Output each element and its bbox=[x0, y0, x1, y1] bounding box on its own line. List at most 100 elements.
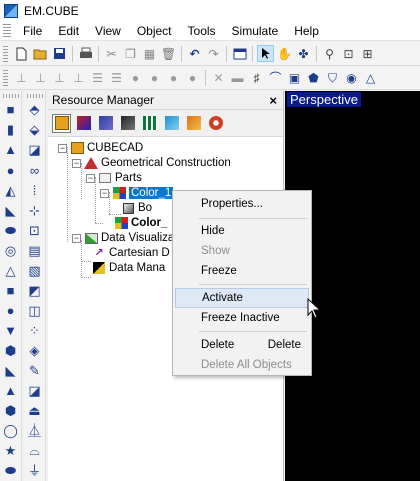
tree-node-color-1[interactable]: − Color_1 bbox=[100, 186, 174, 200]
subtract-icon[interactable]: ◫ bbox=[26, 301, 43, 319]
lattice-icon[interactable]: ♯ bbox=[248, 69, 265, 86]
window-icon[interactable] bbox=[231, 45, 248, 62]
sheet-tab-icon[interactable] bbox=[118, 114, 137, 133]
tree-node-parts[interactable]: − Parts bbox=[86, 171, 142, 185]
grid-icon[interactable]: ☰ bbox=[89, 69, 106, 86]
tree-node-data-visualization[interactable]: − Data Visualizat bbox=[72, 231, 178, 245]
menu-file[interactable]: File bbox=[15, 21, 50, 41]
toolbar-grip[interactable] bbox=[26, 94, 43, 98]
arc-icon[interactable]: ⌒ bbox=[267, 69, 284, 86]
move-icon[interactable]: ⬙ bbox=[26, 121, 43, 139]
tree-node-geometrical-construction[interactable]: − Geometrical Construction bbox=[72, 156, 231, 170]
collapse-icon[interactable]: − bbox=[72, 158, 81, 168]
redo-icon[interactable]: ↷ bbox=[205, 45, 222, 62]
save-icon[interactable] bbox=[51, 45, 68, 62]
rectangle-icon[interactable]: ■ bbox=[2, 281, 19, 299]
strip-icon[interactable]: ▼ bbox=[2, 321, 19, 339]
loft-icon[interactable]: ⏅ bbox=[26, 422, 43, 440]
sweep-icon[interactable]: ⌓ bbox=[26, 442, 43, 460]
star-icon[interactable]: ★ bbox=[2, 442, 19, 460]
circle-icon[interactable]: ● bbox=[165, 69, 182, 86]
triangle-icon[interactable]: ▲ bbox=[2, 382, 19, 400]
copy-icon[interactable]: ❐ bbox=[122, 45, 139, 62]
lathe-icon[interactable]: ⏏ bbox=[26, 402, 43, 420]
ruler-icon[interactable]: ⊥ bbox=[13, 69, 30, 86]
tree-node-cartesian[interactable]: ↗ Cartesian D bbox=[92, 246, 169, 260]
tree-node-cubecad[interactable]: − CUBECAD bbox=[58, 141, 143, 155]
zoom-box-icon[interactable]: ⊡ bbox=[340, 45, 357, 62]
observable-tab-icon[interactable] bbox=[184, 114, 203, 133]
paste-icon[interactable]: ▦ bbox=[141, 45, 158, 62]
circle-icon[interactable]: ● bbox=[184, 69, 201, 86]
ruler-icon[interactable]: ⊥ bbox=[32, 69, 49, 86]
extrude-icon[interactable]: ◪ bbox=[26, 382, 43, 400]
group-icon[interactable]: ▤ bbox=[26, 241, 43, 259]
menu-help[interactable]: Help bbox=[286, 21, 327, 41]
ruler-icon[interactable]: ⊥ bbox=[70, 69, 87, 86]
pyramid-icon[interactable]: ◭ bbox=[2, 181, 19, 199]
ring-icon[interactable]: ◯ bbox=[2, 422, 19, 440]
open-icon[interactable] bbox=[32, 45, 49, 62]
circle-icon[interactable]: ● bbox=[127, 69, 144, 86]
shield-icon[interactable]: ⛉ bbox=[324, 69, 341, 86]
mirror-icon[interactable]: ⊹ bbox=[26, 201, 43, 219]
network-tab-icon[interactable] bbox=[206, 114, 225, 133]
collapse-icon[interactable]: − bbox=[58, 143, 67, 153]
slice-icon[interactable]: ⏚ bbox=[26, 462, 43, 480]
color-tab-icon[interactable] bbox=[74, 114, 93, 133]
snap-icon[interactable]: ⁘ bbox=[26, 321, 43, 339]
menu-object[interactable]: Object bbox=[129, 21, 180, 41]
transform-icon[interactable]: ⬘ bbox=[26, 101, 43, 119]
cad-tab-icon[interactable] bbox=[52, 113, 71, 133]
sphere-icon[interactable]: ● bbox=[2, 161, 19, 179]
undo-icon[interactable]: ↶ bbox=[186, 45, 203, 62]
ellipsoid-icon[interactable]: ⬬ bbox=[2, 221, 19, 239]
toolbar-grip[interactable] bbox=[3, 69, 8, 86]
cross-icon[interactable]: ✕ bbox=[210, 69, 227, 86]
scale-icon[interactable]: ⊡ bbox=[26, 221, 43, 239]
align-icon[interactable]: ▧ bbox=[26, 261, 43, 279]
menu-item-delete[interactable]: Delete Delete bbox=[175, 335, 309, 355]
array-icon[interactable]: ⁞ bbox=[26, 181, 43, 199]
copy-object-icon[interactable]: ◪ bbox=[26, 141, 43, 159]
menu-item-properties[interactable]: Properties... bbox=[175, 194, 309, 214]
menu-view[interactable]: View bbox=[87, 21, 129, 41]
menu-edit[interactable]: Edit bbox=[50, 21, 87, 41]
menubar-grip[interactable] bbox=[3, 23, 11, 38]
print-icon[interactable] bbox=[77, 45, 94, 62]
polygon-icon[interactable]: ⬢ bbox=[2, 342, 19, 360]
menu-tools[interactable]: Tools bbox=[180, 21, 224, 41]
layer-icon[interactable]: ▬ bbox=[229, 69, 246, 86]
menu-simulate[interactable]: Simulate bbox=[224, 21, 287, 41]
right-triangle-icon[interactable]: ◣ bbox=[2, 362, 19, 380]
cone-icon[interactable]: ▲ bbox=[2, 141, 19, 159]
wedge-icon[interactable]: ◣ bbox=[2, 201, 19, 219]
cut-icon[interactable]: ✂ bbox=[103, 45, 120, 62]
mesh-tab-icon[interactable] bbox=[140, 114, 159, 133]
box-icon[interactable]: ■ bbox=[2, 101, 19, 119]
ruler-icon[interactable]: ⊥ bbox=[51, 69, 68, 86]
zoom-icon[interactable]: ⚲ bbox=[321, 45, 338, 62]
delete-icon[interactable]: 🗑 bbox=[160, 45, 177, 62]
circle-icon[interactable]: ● bbox=[146, 69, 163, 86]
tree-node-box[interactable]: Bo bbox=[121, 201, 152, 215]
hand-pan-icon[interactable]: ✋ bbox=[276, 45, 293, 62]
source-tab-icon[interactable] bbox=[162, 114, 181, 133]
link-icon[interactable]: ∞ bbox=[26, 161, 43, 179]
torus-icon[interactable]: ◎ bbox=[2, 241, 19, 259]
shape-icon[interactable]: ⬟ bbox=[305, 69, 322, 86]
cylinder-icon[interactable]: ▮ bbox=[2, 121, 19, 139]
menu-item-hide[interactable]: Hide bbox=[175, 221, 309, 241]
new-icon[interactable] bbox=[13, 45, 30, 62]
menu-item-freeze-inactive[interactable]: Freeze Inactive bbox=[175, 308, 309, 328]
collapse-icon[interactable]: − bbox=[100, 188, 109, 198]
close-icon[interactable]: × bbox=[269, 93, 277, 108]
boolean-icon[interactable]: ◩ bbox=[26, 281, 43, 299]
zoom-fit-icon[interactable]: ⊞ bbox=[359, 45, 376, 62]
tree-node-data-manager[interactable]: Data Mana bbox=[92, 261, 165, 275]
circle-icon[interactable]: ● bbox=[2, 301, 19, 319]
tree-node-color-2[interactable]: Color_ bbox=[114, 216, 167, 230]
menu-item-activate[interactable]: Activate bbox=[175, 288, 309, 308]
toolbar-grip[interactable] bbox=[3, 45, 8, 62]
select-arrow-icon[interactable] bbox=[257, 45, 274, 62]
